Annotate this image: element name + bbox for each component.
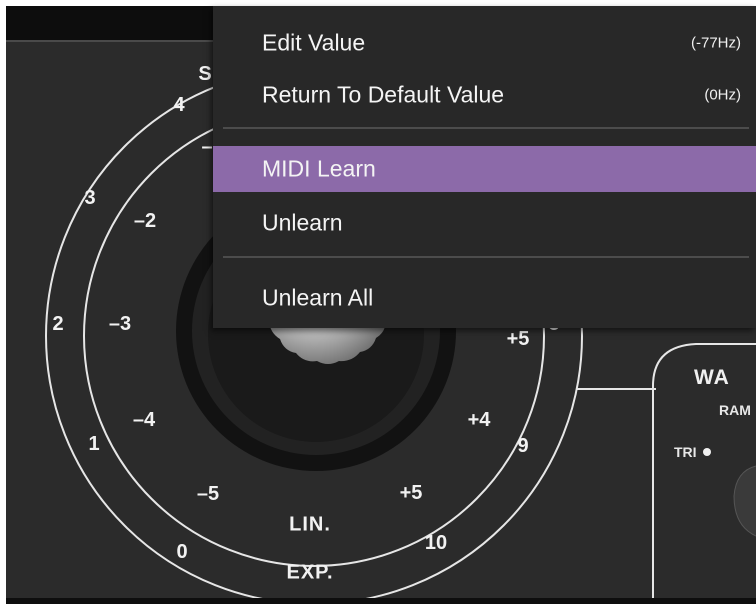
menu-item-label: Unlearn	[262, 209, 343, 236]
outer-scale-2: 2	[52, 313, 64, 335]
menu-item-midi-learn[interactable]: MIDI Learn	[213, 146, 756, 192]
menu-item-value: (-77Hz)	[690, 34, 741, 52]
inner-scale-plus5: +5	[399, 482, 423, 504]
menu-separator	[223, 127, 749, 129]
context-menu: Edit Value (-77Hz) Return To Default Val…	[213, 6, 756, 328]
menu-item-value: (0Hz)	[704, 86, 741, 104]
inner-scale-plus4: +4	[467, 409, 491, 431]
outer-scale-9: 9	[517, 435, 529, 457]
mode-label-lin: LIN.	[289, 513, 331, 536]
menu-item-edit-value[interactable]: Edit Value (-77Hz)	[213, 20, 756, 66]
wave-tri-label: TRI	[674, 444, 697, 460]
panel-bottom-bar	[6, 598, 756, 604]
outer-scale-4: 4	[173, 94, 185, 116]
menu-item-unlearn[interactable]: Unlearn	[213, 200, 756, 246]
inner-scale-minus2: –2	[133, 210, 157, 232]
wave-tri-option[interactable]: TRI	[674, 444, 711, 460]
inner-scale-plus5-partial: +5	[506, 328, 530, 350]
outer-scale-3: 3	[84, 187, 96, 209]
outer-scale-1: 1	[88, 433, 100, 455]
tri-indicator-dot-icon	[702, 448, 711, 456]
menu-item-return-default[interactable]: Return To Default Value (0Hz)	[213, 72, 756, 118]
outer-scale-10: 10	[424, 532, 448, 554]
menu-item-unlearn-all[interactable]: Unlearn All	[213, 275, 756, 321]
outer-scale-partial: S	[198, 63, 212, 85]
mode-label-exp: EXP.	[286, 561, 334, 584]
menu-item-label: Unlearn All	[262, 284, 374, 311]
wave-section-subtitle: RAM	[719, 402, 751, 418]
menu-separator	[223, 256, 749, 258]
menu-item-label: Edit Value	[262, 29, 366, 56]
wave-section-title: WA	[694, 366, 730, 389]
menu-item-label: MIDI Learn	[262, 155, 376, 182]
inner-scale-minus4: –4	[132, 409, 156, 431]
inner-scale-minus5: –5	[196, 483, 220, 505]
inner-scale-minus1: –	[201, 136, 213, 158]
outer-scale-0: 0	[176, 541, 188, 563]
inner-scale-minus3: –3	[108, 313, 132, 335]
menu-item-label: Return To Default Value	[262, 81, 505, 108]
